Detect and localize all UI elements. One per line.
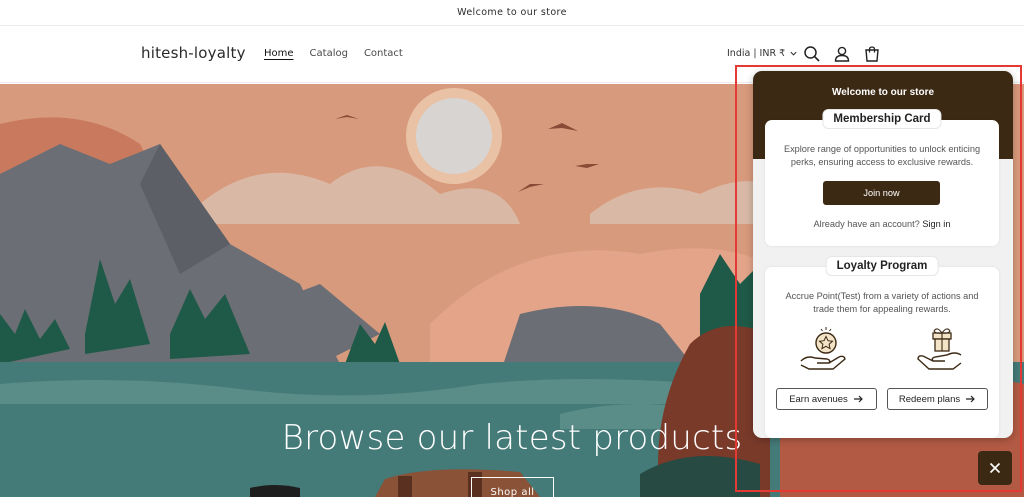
close-icon (989, 462, 1001, 474)
join-now-button[interactable]: Join now (823, 181, 940, 205)
brand-logo[interactable]: hitesh-loyalty (141, 44, 246, 62)
arrow-right-icon (853, 395, 863, 403)
arrow-right-icon (966, 395, 975, 403)
chevron-down-icon (790, 51, 797, 56)
coin-hand-icon (800, 327, 846, 370)
announcement-text: Welcome to our store (457, 7, 567, 18)
signin-line: Already have an account? Sign in (765, 219, 999, 229)
loyalty-description: Accrue Point(Test) from a variety of act… (785, 291, 979, 314)
loyalty-program-tag: Loyalty Program (825, 256, 939, 276)
panel-title: Welcome to our store (831, 87, 935, 98)
nav-home[interactable]: Home (264, 48, 294, 59)
account-icon[interactable] (832, 44, 852, 64)
membership-card: Membership Card Explore range of opportu… (765, 109, 999, 246)
panel-close-button[interactable] (978, 451, 1012, 485)
membership-card-tag: Membership Card (822, 109, 942, 129)
redeem-plans-button[interactable]: Redeem plans (887, 388, 988, 410)
signin-prompt: Already have an account? (813, 219, 920, 229)
signin-link[interactable]: Sign in (922, 219, 950, 229)
gift-hand-icon (917, 328, 962, 370)
locale-label: India | INR ₹ (727, 48, 786, 59)
search-icon[interactable] (802, 44, 822, 64)
loyalty-panel: Welcome to our store Membership Card Exp… (753, 71, 1013, 438)
earn-avenues-label: Earn avenues (789, 393, 848, 405)
loyalty-program-card: Loyalty Program Accrue Point(Test) from … (765, 256, 999, 438)
membership-description: Explore range of opportunities to unlock… (783, 144, 981, 167)
locale-selector[interactable]: India | INR ₹ (727, 48, 798, 59)
nav-catalog[interactable]: Catalog (310, 48, 348, 59)
main-nav: Home Catalog Contact (264, 48, 403, 59)
announcement-bar: Welcome to our store (0, 0, 1024, 26)
shop-all-button[interactable]: Shop all (471, 477, 554, 497)
redeem-plans-label: Redeem plans (898, 393, 961, 405)
cart-icon[interactable] (862, 44, 882, 64)
earn-avenues-button[interactable]: Earn avenues (776, 388, 877, 410)
nav-contact[interactable]: Contact (364, 48, 403, 59)
